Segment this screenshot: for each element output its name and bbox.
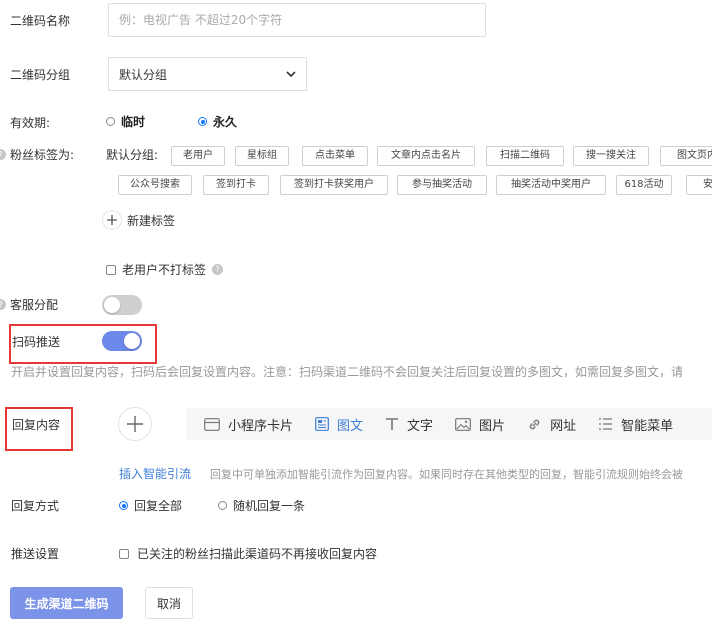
tag-item[interactable]: 抽奖活动中奖用户 (496, 175, 606, 195)
reply-all-label: 回复全部 (134, 499, 183, 513)
plus-icon (118, 407, 152, 441)
validity-label: 有效期: (10, 116, 51, 130)
smart-link-hint: 回复中可单独添加智能引流作为回复内容。如果同时存在其他类型的回复，智能引流规则始… (210, 468, 683, 481)
help-icon: ? (0, 299, 6, 310)
qr-group-selected: 默认分组 (119, 67, 168, 82)
default-group-label: 默认分组: (106, 148, 159, 162)
tool-url[interactable]: 网址 (527, 415, 576, 434)
service-assign-label: 客服分配 (10, 298, 59, 312)
reply-content-label: 回复内容 (12, 418, 61, 432)
text-icon (386, 418, 399, 430)
tool-label: 小程序卡片 (228, 418, 294, 434)
push-setting-checkbox[interactable]: 已关注的粉丝扫描此渠道码不再接收回复内容 (119, 545, 377, 562)
new-tag-button[interactable]: 新建标签 (102, 210, 175, 230)
cancel-button[interactable]: 取消 (145, 587, 193, 619)
tag-item[interactable]: 点击菜单 (302, 146, 368, 166)
chevron-down-icon (286, 71, 296, 78)
tag-item[interactable]: 参与抽奖活动 (397, 175, 487, 195)
image-icon (455, 417, 471, 431)
radio-checked-icon (198, 117, 207, 126)
radio-checked-icon (119, 501, 128, 510)
tag-item[interactable]: 搜一搜关注 (573, 146, 649, 166)
tool-miniprogram-card[interactable]: 小程序卡片 (204, 415, 293, 434)
scan-push-hint: 开启并设置回复内容，扫码后会回复设置内容。注意：扫码渠道二维码不会回复关注后回复… (11, 365, 684, 379)
checkbox-icon (119, 548, 129, 559)
validity-permanent-radio[interactable]: 永久 (198, 113, 237, 130)
card-icon (204, 417, 220, 431)
tag-item[interactable]: 签到打卡获奖用户 (280, 175, 388, 195)
validity-temporary-radio[interactable]: 临时 (106, 113, 145, 130)
tag-item[interactable]: 文章内点击名片 (377, 146, 475, 166)
link-icon (529, 419, 540, 429)
help-icon: ? (0, 149, 6, 160)
tag-item[interactable]: 扫描二维码 (486, 146, 564, 166)
tool-label: 图文 (337, 418, 364, 434)
tool-smart-menu[interactable]: 智能菜单 (598, 415, 673, 434)
service-assign-toggle[interactable] (102, 295, 142, 315)
no-tag-old-user-label: 老用户不打标签 (122, 263, 207, 277)
reply-all-radio[interactable]: 回复全部 (119, 497, 182, 514)
tool-text[interactable]: 文字 (385, 415, 433, 434)
toggle-knob (104, 297, 120, 313)
toggle-knob (124, 333, 140, 349)
scan-push-label: 扫码推送 (12, 335, 61, 349)
radio-circle-icon (106, 117, 115, 126)
qr-group-select[interactable]: 默认分组 (108, 57, 307, 91)
tool-label: 网址 (550, 418, 577, 434)
reply-random-radio[interactable]: 随机回复一条 (218, 497, 305, 514)
tag-item[interactable]: 618活动 (616, 175, 672, 195)
qr-name-input[interactable] (108, 3, 486, 37)
no-tag-old-user-checkbox[interactable]: 老用户不打标签 ? (106, 261, 224, 278)
new-tag-label: 新建标签 (127, 213, 176, 228)
push-setting-label: 推送设置 (11, 547, 60, 561)
tool-label: 智能菜单 (621, 418, 674, 434)
tag-item[interactable]: 签到打卡 (203, 175, 269, 195)
smart-link[interactable]: 插入智能引流 (119, 465, 191, 482)
radio-circle-icon (218, 501, 227, 510)
checkbox-icon (106, 264, 116, 275)
reply-type-toolbar: 小程序卡片 图文 文字 图片 网址 智能菜单 (186, 408, 712, 440)
reply-mode-label: 回复方式 (11, 499, 60, 513)
generate-qr-button[interactable]: 生成渠道二维码 (10, 587, 123, 619)
plus-icon (102, 210, 122, 230)
tag-item[interactable]: 老用户 (171, 146, 225, 166)
tool-article[interactable]: 图文 (315, 415, 363, 434)
article-icon (315, 417, 329, 431)
fan-tags-label: 粉丝标签为: (10, 148, 75, 162)
tool-label: 图片 (479, 418, 506, 434)
tool-image[interactable]: 图片 (455, 415, 505, 434)
tag-item[interactable]: 公众号搜索 (118, 175, 192, 195)
help-icon: ? (212, 264, 224, 275)
add-reply-button[interactable] (118, 407, 152, 444)
tag-item[interactable]: 星标组 (235, 146, 289, 166)
list-icon (599, 418, 613, 430)
validity-temporary-label: 临时 (121, 115, 146, 129)
scan-push-toggle[interactable] (102, 331, 142, 351)
qr-name-label: 二维码名称 (10, 14, 71, 28)
tool-label: 文字 (407, 418, 434, 434)
push-setting-option: 已关注的粉丝扫描此渠道码不再接收回复内容 (137, 547, 378, 561)
qr-group-label: 二维码分组 (10, 68, 71, 82)
validity-permanent-label: 永久 (213, 115, 238, 129)
reply-random-label: 随机回复一条 (233, 499, 306, 513)
tag-item[interactable]: 图文页内 (660, 146, 712, 166)
tag-item[interactable]: 安 (686, 175, 712, 195)
